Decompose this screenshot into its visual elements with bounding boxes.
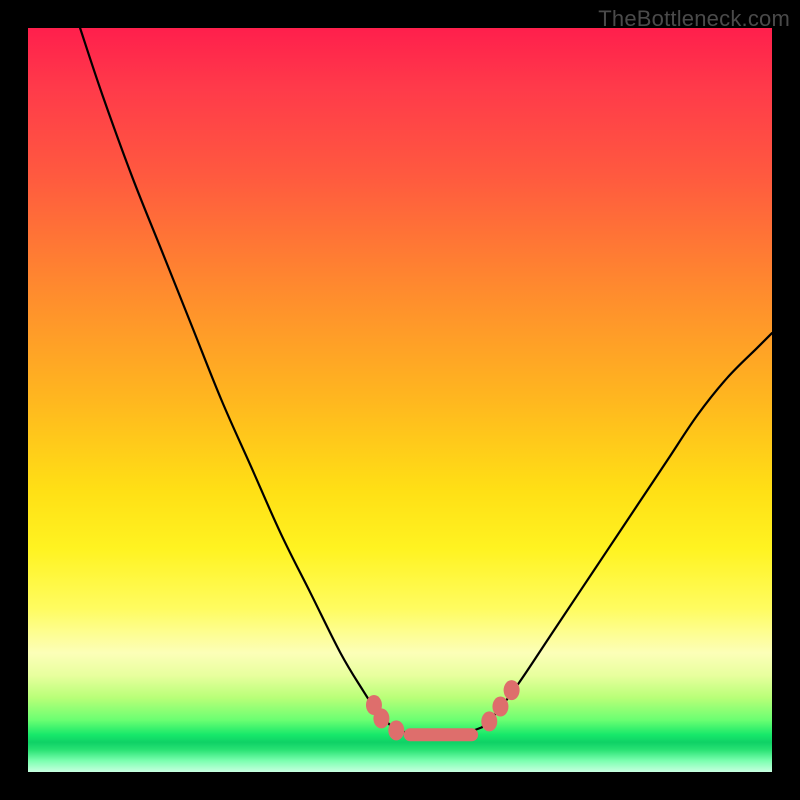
watermark-text: TheBottleneck.com: [598, 6, 790, 32]
highlight-dot: [388, 720, 404, 740]
curve-left-branch: [80, 28, 392, 727]
plot-area: [28, 28, 772, 772]
highlight-dot: [492, 697, 508, 717]
highlight-markers: [366, 680, 520, 741]
curve-right-branch: [482, 333, 772, 727]
highlight-dot: [373, 708, 389, 728]
chart-frame: TheBottleneck.com: [0, 0, 800, 800]
highlight-dot: [504, 680, 520, 700]
trough-bar: [404, 728, 478, 741]
highlight-dot: [481, 711, 497, 731]
bottleneck-curve: [28, 28, 772, 772]
